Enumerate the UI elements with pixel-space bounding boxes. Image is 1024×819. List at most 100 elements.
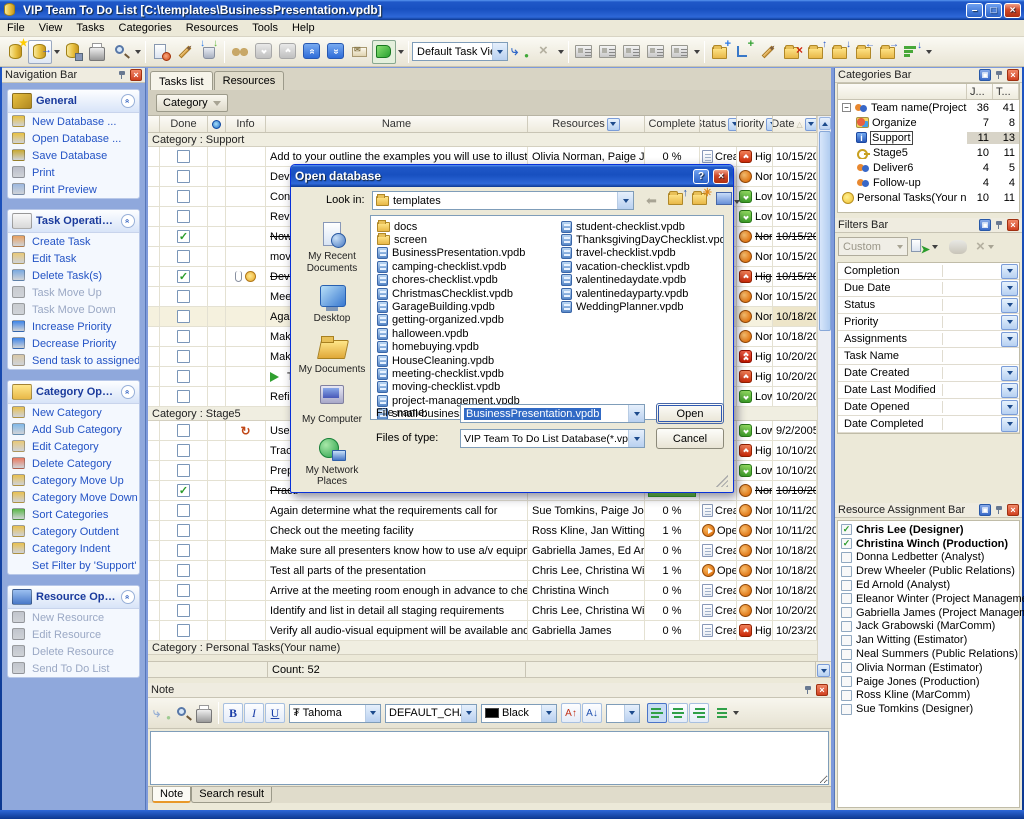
place-network[interactable]: My Network Places — [298, 435, 366, 488]
category-tree-item[interactable]: Deliver645 — [838, 160, 1019, 175]
delete-filter-icon[interactable]: × — [976, 238, 985, 255]
place-recent[interactable]: My Recent Documents — [298, 221, 366, 274]
sidebar-item-new-category[interactable]: New Category — [8, 404, 139, 421]
file-list[interactable]: docsscreenBusinessPresentation.vpdbcampi… — [370, 215, 724, 420]
category-outdent-button[interactable]: ← — [852, 40, 876, 64]
sidebar-item-send-to-do-list[interactable]: Send To Do List — [8, 660, 139, 677]
filter-row-date-last-modified[interactable]: Date Last Modified — [838, 382, 1019, 399]
filter-dropdown-icon[interactable] — [1001, 417, 1018, 432]
done-checkbox[interactable] — [177, 604, 190, 617]
views-dropdown-icon[interactable] — [734, 200, 740, 207]
done-checkbox[interactable] — [177, 624, 190, 637]
color-combo[interactable]: Black — [481, 704, 557, 723]
file-item[interactable]: valentinedaydate.vpdb — [561, 274, 723, 287]
maximize-button[interactable]: □ — [985, 3, 1002, 18]
done-checkbox[interactable] — [177, 150, 190, 163]
filter-dropdown-icon[interactable] — [1001, 281, 1018, 296]
filter-dropdown-icon[interactable] — [1001, 264, 1018, 279]
align-right-button[interactable] — [689, 703, 709, 723]
clear-view-button[interactable]: × — [532, 40, 556, 64]
resource-item[interactable]: Ed Arnold (Analyst) — [838, 578, 1019, 592]
print-preview-button[interactable] — [109, 40, 133, 64]
resource-checkbox[interactable] — [841, 621, 852, 632]
send-note-button[interactable]: ⤷● — [152, 703, 172, 723]
task-row[interactable]: Again determine what the requirements ca… — [148, 501, 817, 521]
column-header-priority[interactable]: Priority — [737, 116, 773, 132]
scrollbar-thumb[interactable] — [819, 131, 831, 331]
align-left-button[interactable] — [647, 703, 667, 723]
sidebar-item-category-move-up[interactable]: Category Move Up — [8, 472, 139, 489]
file-item[interactable]: screen — [377, 233, 559, 246]
filter-row-date-opened[interactable]: Date Opened — [838, 399, 1019, 416]
file-item[interactable]: valentinedayparty.vpdb — [561, 287, 723, 300]
sidebar-item-increase-priority[interactable]: Increase Priority — [8, 318, 139, 335]
filter-dropdown-icon[interactable] — [932, 245, 938, 252]
sort-categories-button[interactable]: ↓ — [900, 40, 924, 64]
done-checkbox[interactable] — [177, 464, 190, 477]
group-by-category-button[interactable]: Category — [156, 94, 228, 112]
pin-icon[interactable] — [993, 219, 1005, 231]
category-move-up-button[interactable]: ↑ — [804, 40, 828, 64]
create-task-button[interactable] — [149, 40, 173, 64]
file-item[interactable]: WeddingPlanner.vpdb — [561, 300, 723, 313]
delete-category-button[interactable]: × — [780, 40, 804, 64]
print-note-button[interactable] — [194, 703, 214, 723]
charset-combo-dropdown-icon[interactable] — [461, 705, 476, 722]
resource-checkbox[interactable] — [841, 635, 852, 646]
sidebar-item-print-preview[interactable]: Print Preview — [8, 181, 139, 198]
filter-row-task-name[interactable]: Task Name — [838, 348, 1019, 365]
task-row[interactable]: Make sure all presenters know how to use… — [148, 541, 817, 561]
done-checkbox[interactable] — [177, 190, 190, 203]
color-combo-dropdown-icon[interactable] — [541, 705, 556, 722]
place-desktop[interactable]: Desktop — [314, 283, 351, 325]
minimize-button[interactable]: – — [966, 3, 983, 18]
filter-dropdown-icon[interactable] — [1001, 366, 1018, 381]
sidebar-item-create-task[interactable]: Create Task — [8, 233, 139, 250]
column-filter-icon[interactable] — [728, 118, 737, 131]
help-icon[interactable]: ? — [693, 169, 709, 184]
sidebar-item-new-resource[interactable]: New Resource — [8, 609, 139, 626]
tab-search-result[interactable]: Search result — [191, 787, 272, 803]
column-header-info[interactable]: Info — [226, 116, 266, 132]
nav-group-header-0[interactable]: General« — [8, 90, 139, 113]
resource-item[interactable]: Jan Witting (Estimator) — [838, 633, 1019, 647]
done-checkbox[interactable]: ✓ — [177, 484, 190, 497]
decrease-font-button[interactable]: A↓ — [582, 703, 602, 723]
done-checkbox[interactable] — [177, 524, 190, 537]
close-icon[interactable]: × — [1007, 219, 1019, 231]
look-in-combo[interactable]: templates — [372, 191, 634, 210]
restore-icon[interactable]: ▣ — [979, 69, 991, 81]
category-tree-item[interactable]: Follow-up44 — [838, 175, 1019, 190]
sidebar-item-print[interactable]: Print — [8, 164, 139, 181]
task-move-down-button[interactable] — [252, 40, 276, 64]
new-category-button[interactable]: + — [708, 40, 732, 64]
resource-item[interactable]: Olivia Norman (Estimator) — [838, 661, 1019, 675]
apply-view-button[interactable]: ⤷● — [508, 40, 532, 64]
category-group-row[interactable]: Category : Support — [148, 133, 817, 147]
resource-checkbox[interactable] — [841, 593, 852, 604]
bullet-list-button[interactable] — [710, 703, 730, 723]
filter-dropdown-icon[interactable] — [1001, 315, 1018, 330]
category-tree-item[interactable]: iSupport1113 — [838, 130, 1019, 145]
category-indent-button[interactable]: → — [876, 40, 900, 64]
new-database-button[interactable]: ★ — [4, 40, 28, 64]
expand-icon[interactable]: − — [842, 103, 851, 112]
sidebar-item-category-outdent[interactable]: Category Outdent — [8, 523, 139, 540]
pin-icon[interactable] — [993, 504, 1005, 516]
add-sub-category-button[interactable]: + — [732, 40, 756, 64]
place-computer[interactable]: My Computer — [302, 384, 362, 426]
task-move-up-button[interactable] — [276, 40, 300, 64]
file-item[interactable]: ThanksgivingDayChecklist.vpdb — [561, 233, 723, 246]
charset-combo[interactable]: DEFAULT_CHARSET — [385, 704, 477, 723]
decrease-priority-button[interactable]: » — [300, 40, 324, 64]
views-menu-icon[interactable] — [716, 192, 732, 205]
filter-more-icon[interactable] — [988, 245, 994, 252]
task-row[interactable]: Test all parts of the presentationChris … — [148, 561, 817, 581]
sidebar-item-edit-task[interactable]: Edit Task — [8, 250, 139, 267]
resource-checkbox[interactable]: ✓ — [841, 524, 852, 535]
menu-resources[interactable]: Resources — [179, 21, 246, 35]
file-item[interactable]: HouseCleaning.vpdb — [377, 354, 559, 367]
column-header-gutter[interactable] — [148, 116, 160, 132]
font-combo-dropdown-icon[interactable] — [365, 705, 380, 722]
sidebar-item-new-database[interactable]: New Database ... — [8, 113, 139, 130]
